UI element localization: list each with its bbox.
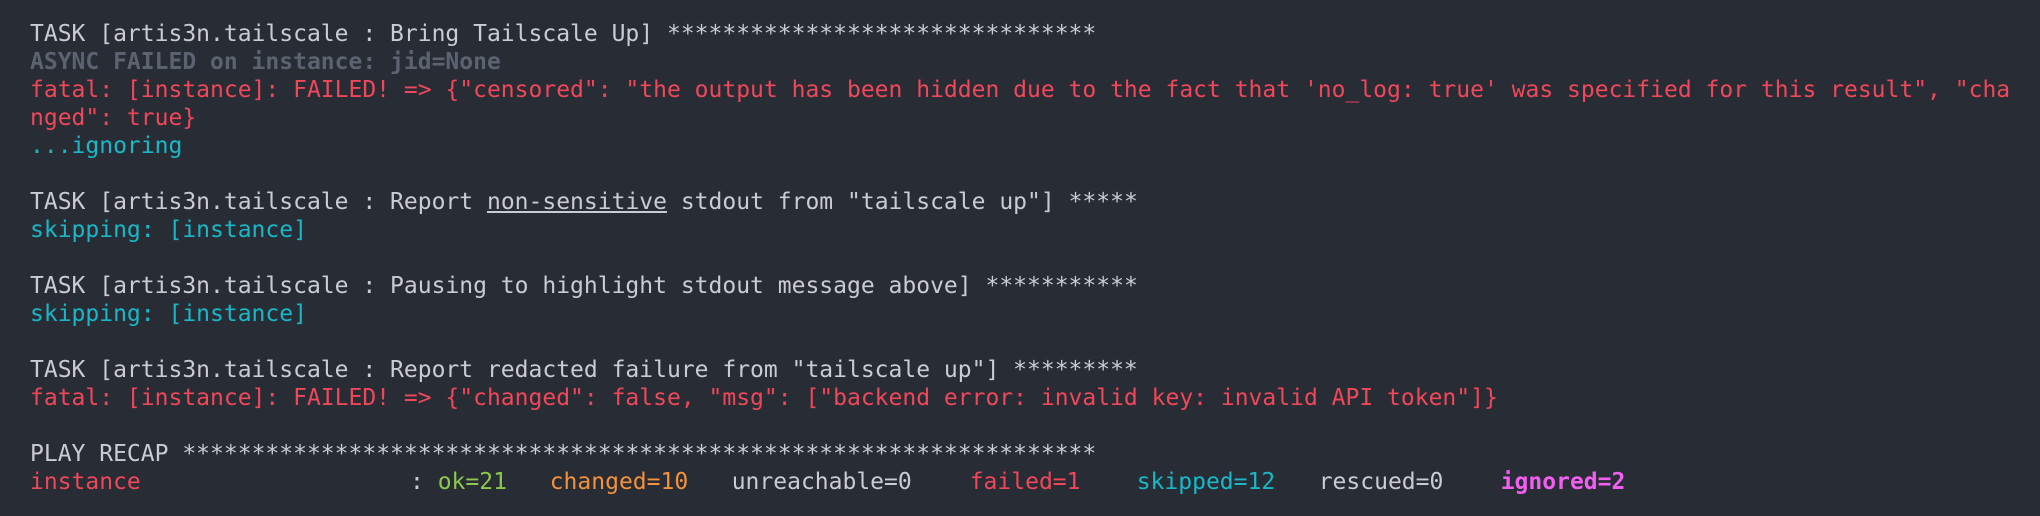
recap-ok: ok=21	[437, 469, 507, 495]
fatal-line-continued: nged": true}	[30, 105, 197, 131]
async-failed-line: ASYNC FAILED on instance: jid=None	[30, 49, 501, 75]
task-title: TASK [artis3n.tailscale : Bring Tailscal…	[30, 21, 667, 47]
recap-unreachable: unreachable=0	[731, 469, 912, 495]
task-stars: ***********	[985, 273, 1138, 299]
underlined-term: non-sensitive	[486, 189, 667, 215]
skipping-line: skipping: [instance]	[30, 301, 307, 327]
task-title: TASK [artis3n.tailscale : Pausing to hig…	[30, 273, 986, 299]
recap-rescued: rescued=0	[1318, 469, 1444, 495]
task-header: TASK [artis3n.tailscale : Bring Tailscal…	[30, 20, 2040, 48]
fatal-line: fatal: [instance]: FAILED! => {"changed"…	[30, 385, 1498, 411]
task-header: TASK [artis3n.tailscale : Pausing to hig…	[30, 272, 2040, 300]
recap-colon: :	[410, 469, 438, 495]
recap-skipped: skipped=12	[1136, 469, 1276, 495]
recap-ignored: ignored=2	[1500, 469, 1626, 495]
skipping-line: skipping: [instance]	[30, 217, 307, 243]
recap-row: instance: ok=21 changed=10 unreachable=0 fa…	[30, 468, 2040, 496]
task-header: TASK [artis3n.tailscale : Report non-sen…	[30, 188, 2040, 216]
recap-changed: changed=10	[549, 469, 689, 495]
ignoring-line: ...ignoring	[30, 133, 183, 159]
terminal-output[interactable]: TASK [artis3n.tailscale : Bring Tailscal…	[0, 0, 2040, 516]
recap-header: PLAY RECAP *****************************…	[30, 440, 2040, 468]
fatal-line: fatal: [instance]: FAILED! => {"censored…	[30, 77, 2011, 103]
recap-title: PLAY RECAP	[30, 441, 183, 467]
recap-host: instance	[30, 469, 141, 495]
task-stars: *****	[1068, 189, 1138, 215]
task-stars: *********	[1013, 357, 1138, 383]
task-title-suffix: stdout from "tailscale up"]	[666, 189, 1069, 215]
task-title: TASK [artis3n.tailscale : Report	[30, 189, 487, 215]
task-title: TASK [artis3n.tailscale : Report redacte…	[30, 357, 1014, 383]
task-header: TASK [artis3n.tailscale : Report redacte…	[30, 356, 2040, 384]
task-stars: *******************************	[666, 21, 1097, 47]
recap-stars: ****************************************…	[182, 441, 1097, 467]
recap-failed: failed=1	[969, 469, 1081, 495]
